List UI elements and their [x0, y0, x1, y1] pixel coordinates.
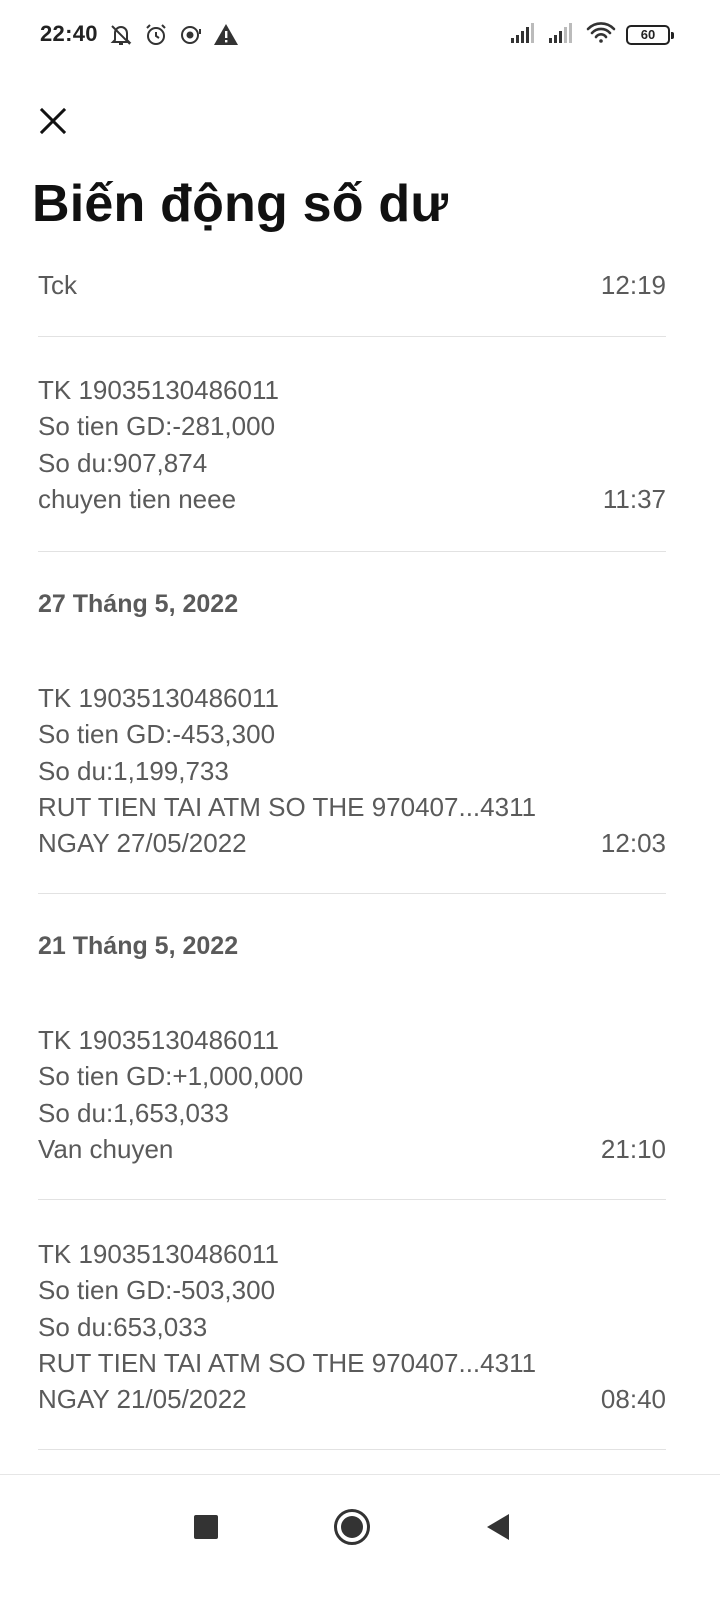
bell-off-icon: [108, 22, 134, 48]
message-line: RUT TIEN TAI ATM SO THE 970407...4311: [38, 791, 537, 822]
message-line: NGAY 21/05/2022: [38, 1384, 247, 1415]
triangle-back-icon: [485, 1513, 511, 1546]
message-item[interactable]: TK 19035130486011 So tien GD:-503,300 So…: [38, 1200, 666, 1450]
message-line: TK 19035130486011: [38, 1025, 279, 1055]
message-line: So tien GD:-281,000: [38, 411, 276, 442]
message-time: 11:37: [602, 484, 666, 514]
close-button[interactable]: [30, 100, 76, 146]
nav-bar: [0, 1474, 720, 1600]
message-line: So tien GD:-453,300: [38, 719, 276, 750]
message-line: So du:653,033: [38, 1311, 208, 1342]
battery-level: 60: [640, 27, 656, 42]
message-line: Van chuyen: [38, 1133, 174, 1164]
message-line: TK 19035130486011: [38, 1239, 279, 1269]
message-item[interactable]: Tck 12:19: [38, 262, 666, 337]
message-line: chuyen tien neee: [38, 483, 237, 514]
signal-icon: [548, 22, 576, 49]
notification-icon: [178, 22, 204, 48]
date-header: 27 Tháng 5, 2022: [38, 590, 239, 618]
message-line: So du:1,653,033: [38, 1097, 229, 1128]
recents-button[interactable]: [178, 1501, 234, 1557]
message-item[interactable]: TK 19035130486011 So tien GD:-453,300 So…: [38, 664, 666, 894]
message-time: 21:10: [600, 1134, 666, 1164]
status-left-icons: [108, 20, 239, 50]
message-time: 12:03: [600, 828, 666, 858]
status-right-icons: 60: [510, 20, 674, 50]
message-item[interactable]: TK 19035130486011 So tien GD:+1,000,000 …: [38, 1006, 666, 1200]
battery-icon: 60: [626, 25, 674, 45]
message-time: 08:40: [600, 1384, 666, 1414]
home-button[interactable]: [324, 1501, 380, 1557]
message-line: So du:1,199,733: [38, 755, 229, 786]
date-header: 21 Tháng 5, 2022: [38, 932, 239, 960]
signal-icon: [510, 22, 538, 49]
status-time: 22:40: [40, 21, 98, 46]
back-button[interactable]: [470, 1501, 526, 1557]
message-line: Tck: [38, 270, 77, 300]
message-line: So du:907,874: [38, 447, 208, 478]
message-list[interactable]: Tck 12:19 TK 19035130486011 So tien GD:-…: [38, 262, 666, 1450]
wifi-icon: [586, 21, 616, 50]
message-line: So tien GD:+1,000,000: [38, 1061, 304, 1092]
circle-icon: [333, 1508, 371, 1551]
square-icon: [193, 1514, 219, 1545]
message-line: TK 19035130486011: [38, 375, 279, 405]
warning-icon: [213, 22, 239, 48]
message-line: So tien GD:-503,300: [38, 1275, 276, 1306]
close-icon: [39, 107, 67, 140]
message-time: 12:19: [600, 270, 666, 300]
page-title: Biến động số dư: [32, 175, 449, 233]
message-item[interactable]: TK 19035130486011 So tien GD:-281,000 So…: [38, 337, 666, 552]
message-line: NGAY 27/05/2022: [38, 828, 247, 859]
message-line: TK 19035130486011: [38, 683, 279, 713]
status-bar: 22:40 60: [0, 0, 720, 70]
message-line: RUT TIEN TAI ATM SO THE 970407...4311: [38, 1347, 537, 1378]
alarm-icon: [143, 22, 169, 48]
